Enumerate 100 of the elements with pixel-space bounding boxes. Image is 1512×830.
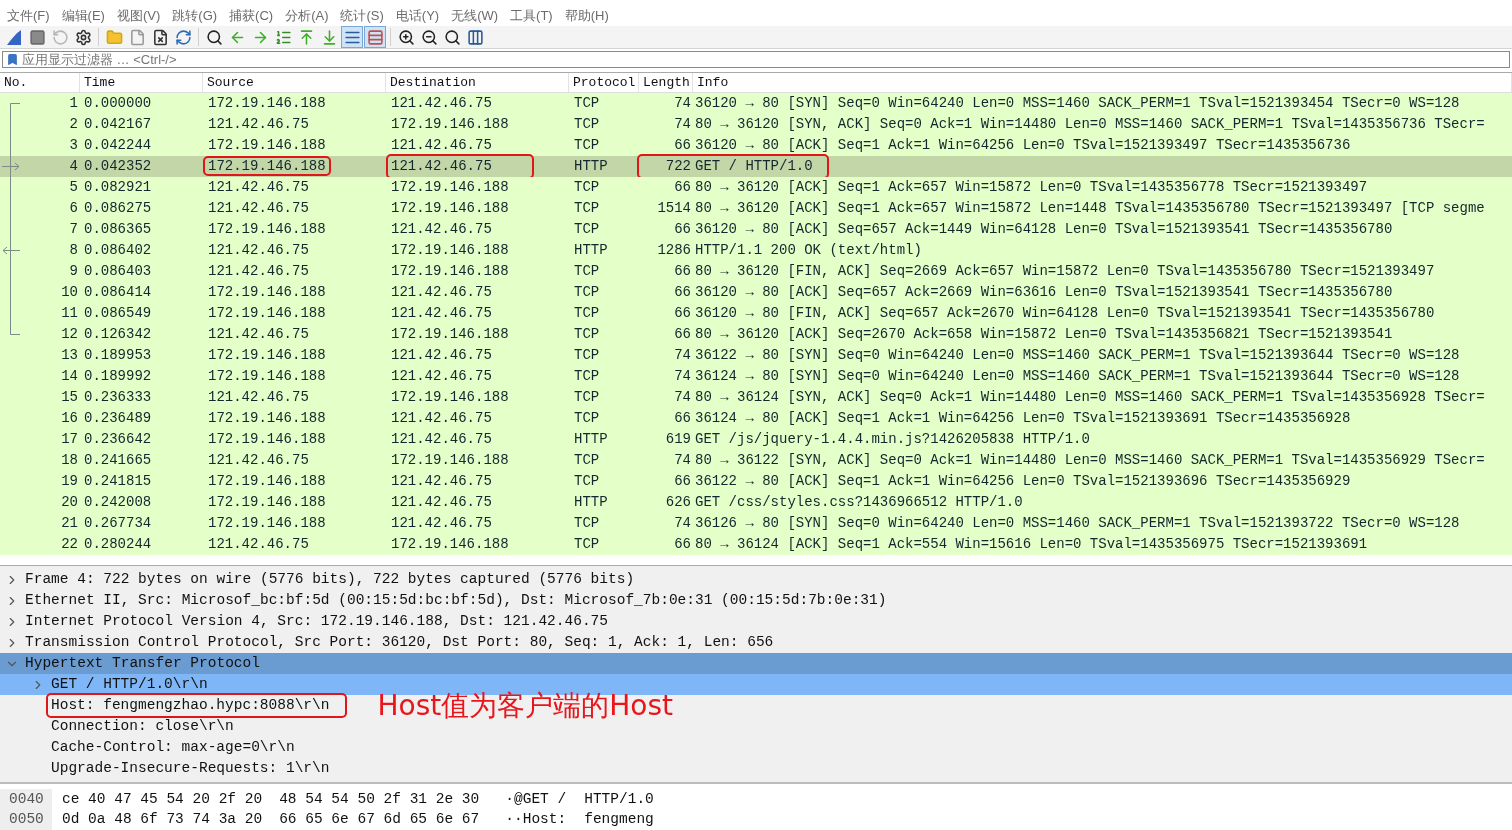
packet-time: 0.086414: [83, 283, 153, 302]
packet-destination: 121.42.46.75: [390, 367, 493, 386]
menu-item[interactable]: 无线(W): [451, 6, 499, 26]
column-heading[interactable]: Info: [693, 73, 1512, 92]
packet-destination: 121.42.46.75: [390, 409, 493, 428]
packet-row[interactable]: 10 0.086414 172.19.146.188 121.42.46.75 TCP 66 36120 → 80 [ACK] Seq=657 Ack=2669 Win=63616 Len=0 TSval=1521393541 TSecr=1435356780: [0, 282, 1512, 303]
packet-row[interactable]: 9 0.086403 121.42.46.75 172.19.146.188 TCP 66 80 → 36120 [FIN, ACK] Seq=2669 Ack=657 Win=15872 Len=0 TSval=1435356780 TSecr=1521393497: [0, 261, 1512, 282]
column-heading[interactable]: Destination: [386, 73, 569, 92]
packet-row[interactable]: 14 0.189992 172.19.146.188 121.42.46.75 TCP 74 36124 → 80 [SYN] Seq=0 Win=64240 Len=0 MSS=1460 SACK_PERM=1 TSval=1521393644 TSecr=0 WS=128: [0, 366, 1512, 387]
packet-destination: 121.42.46.75: [390, 136, 493, 155]
detail-row[interactable]: Upgrade-Insecure-Requests: 1\r\n: [0, 758, 1512, 779]
packet-row[interactable]: 11 0.086549 172.19.146.188 121.42.46.75 TCP 66 36120 → 80 [FIN, ACK] Seq=657 Ack=2670 Win=64128 Len=0 TSval=1521393541 TSecr=1435356780: [0, 303, 1512, 324]
packet-row[interactable]: 16 0.236489 172.19.146.188 121.42.46.75 TCP 66 36124 → 80 [ACK] Seq=1 Ack=1 Win=64256 Len=0 TSval=1521393691 TSecr=1435356928: [0, 408, 1512, 429]
packet-row[interactable]: 18 0.241665 121.42.46.75 172.19.146.188 TCP 74 80 → 36122 [SYN, ACK] Seq=0 Ack=1 Win=14480 Len=0 MSS=1460 SACK_PERM=1 TSval=1435356929 TSecr=: [0, 450, 1512, 471]
packet-number: 10: [60, 283, 79, 302]
detail-text: Transmission Control Protocol, Src Port: 36120, Dst Port: 80, Seq: 1, Ack: 1, Len: 656: [24, 632, 775, 652]
packet-summary: 66 36120 → 80 [ACK] Seq=1 Ack=1 Win=64256 Len=0 TSval=1521393497 TSecr=1435356736: [673, 136, 1351, 155]
packet-summary: 66 36120 → 80 [FIN, ACK] Seq=657 Ack=2670 Win=64128 Len=0 TSval=1521393541 TSecr=1435356780: [673, 304, 1435, 323]
packet-destination: 121.42.46.75: [390, 514, 493, 533]
packet-protocol: HTTP: [573, 157, 609, 176]
packet-time: 0.086365: [83, 220, 153, 239]
detail-row[interactable]: Internet Protocol Version 4, Src: 172.19.146.188, Dst: 121.42.46.75: [0, 611, 1512, 632]
packet-source: 172.19.146.188: [207, 221, 327, 237]
packet-summary: 74 36126 → 80 [SYN] Seq=0 Win=64240 Len=0 MSS=1460 SACK_PERM=1 TSval=1521393722 TSecr=0 WS=128: [673, 514, 1460, 533]
bookmark-icon[interactable]: [6, 53, 19, 66]
packet-protocol: TCP: [573, 514, 601, 533]
packet-row[interactable]: 1 0.000000 172.19.146.188 121.42.46.75 TCP 74 36120 → 80 [SYN] Seq=0 Win=64240 Len=0 MSS=1460 SACK_PERM=1 TSval=1521393454 TSecr=0 WS=128: [0, 93, 1512, 114]
column-heading[interactable]: Length: [639, 73, 693, 92]
menu-item[interactable]: 编辑(E): [61, 6, 105, 26]
packet-source: 121.42.46.75: [207, 242, 310, 258]
packet-source: 172.19.146.188: [207, 515, 327, 531]
menu-item[interactable]: 分析(A): [285, 6, 329, 26]
packet-row[interactable]: 3 0.042244 172.19.146.188 121.42.46.75 TCP 66 36120 → 80 [ACK] Seq=1 Ack=1 Win=64256 Len=0 TSval=1521393497 TSecr=1435356736: [0, 135, 1512, 156]
packet-row[interactable]: 12 0.126342 121.42.46.75 172.19.146.188 TCP 66 80 → 36120 [ACK] Seq=2670 Ack=658 Win=15872 Len=0 TSval=1435356821 TSecr=1521393541: [0, 324, 1512, 345]
detail-row[interactable]: Hypertext Transfer Protocol: [0, 653, 1512, 674]
menu-item[interactable]: 文件(F): [7, 6, 50, 26]
packet-protocol: TCP: [573, 220, 601, 239]
packet-source: 172.19.146.188: [207, 95, 327, 111]
menu-item[interactable]: 帮助(H): [564, 6, 609, 26]
packet-number: 12: [60, 325, 79, 344]
packet-row[interactable]: 19 0.241815 172.19.146.188 121.42.46.75 TCP 66 36122 → 80 [ACK] Seq=1 Ack=1 Win=64256 Len=0 TSval=1521393696 TSecr=1435356929: [0, 471, 1512, 492]
packet-summary: 626 GET /css/styles.css?1436966512 HTTP/1.0: [664, 493, 1023, 512]
column-heading[interactable]: Source: [203, 73, 386, 92]
packet-number: 3: [68, 136, 79, 155]
autoscroll-icon[interactable]: [341, 26, 363, 48]
packet-row[interactable]: 2 0.042167 121.42.46.75 172.19.146.188 TCP 74 80 → 36120 [SYN, ACK] Seq=0 Ack=1 Win=14480 Len=0 MSS=1460 SACK_PERM=1 TSval=1435356736 TSecr=: [0, 114, 1512, 135]
detail-row[interactable]: Frame 4: 722 bytes on wire (5776 bits), 722 bytes captured (5776 bits): [0, 569, 1512, 590]
packet-row[interactable]: 8 0.086402 121.42.46.75 172.19.146.188 HTTP 1286 HTTP/1.1 200 OK (text/html): [0, 240, 1512, 261]
packet-number: 15: [60, 388, 79, 407]
packet-number: 7: [68, 220, 79, 239]
packet-row[interactable]: 21 0.267734 172.19.146.188 121.42.46.75 TCP 74 36126 → 80 [SYN] Seq=0 Win=64240 Len=0 MSS=1460 SACK_PERM=1 TSval=1521393722 TSecr=0 WS=128: [0, 513, 1512, 534]
packet-protocol: TCP: [573, 178, 601, 197]
packet-summary: 66 80 → 36120 [FIN, ACK] Seq=2669 Ack=657 Win=15872 Len=0 TSval=1435356780 TSecr=1521393497: [673, 262, 1435, 281]
packet-number: 18: [60, 451, 79, 470]
packet-destination: 172.19.146.188: [390, 241, 510, 260]
packet-row[interactable]: 4 0.042352 172.19.146.188 121.42.46.75 HTTP 722 GET / HTTP/1.0: [0, 156, 1512, 177]
packet-number: 11: [60, 304, 79, 323]
menu-item[interactable]: 视图(V): [116, 6, 161, 26]
detail-row[interactable]: Transmission Control Protocol, Src Port: 36120, Dst Port: 80, Seq: 1, Ack: 1, Len: 656: [0, 632, 1512, 653]
packet-row[interactable]: 13 0.189953 172.19.146.188 121.42.46.75 TCP 74 36122 → 80 [SYN] Seq=0 Win=64240 Len=0 MSS=1460 SACK_PERM=1 TSval=1521393644 TSecr=0 WS=128: [0, 345, 1512, 366]
packet-source: 172.19.146.188: [207, 347, 327, 363]
packet-number: 13: [60, 346, 79, 365]
hex-bytes: ce 40 47 45 54 20 2f 20: [62, 790, 263, 810]
packet-source: 172.19.146.188: [207, 473, 327, 489]
detail-text: Upgrade-Insecure-Requests: 1\r\n: [50, 758, 331, 778]
detail-text: GET / HTTP/1.0\r\n: [50, 674, 209, 694]
packet-summary: 66 36122 → 80 [ACK] Seq=1 Ack=1 Win=64256 Len=0 TSval=1521393696 TSecr=1435356929: [673, 472, 1351, 491]
packet-row[interactable]: 17 0.236642 172.19.146.188 121.42.46.75 HTTP 619 GET /js/jquery-1.4.4.min.js?1426205838 HTTP/1.0: [0, 429, 1512, 450]
menu-item[interactable]: 电话(Y): [395, 6, 440, 26]
menu-item[interactable]: 跳转(G): [172, 6, 218, 26]
packet-destination: 121.42.46.75: [390, 304, 493, 323]
packet-source: 172.19.146.188: [207, 494, 327, 510]
packet-destination: 121.42.46.75: [390, 472, 493, 491]
packet-row[interactable]: 20 0.242008 172.19.146.188 121.42.46.75 HTTP 626 GET /css/styles.css?1436966512 HTTP/1.0: [0, 492, 1512, 513]
packet-row[interactable]: 6 0.086275 121.42.46.75 172.19.146.188 TCP 1514 80 → 36120 [ACK] Seq=1 Ack=657 Win=15872 Len=1448 TSval=1435356780 TSecr=1521393497 [TCP segme: [0, 198, 1512, 219]
packet-row[interactable]: 22 0.280244 121.42.46.75 172.19.146.188 TCP 66 80 → 36124 [ACK] Seq=1 Ack=554 Win=15616 Len=0 TSval=1435356975 TSecr=1521393691: [0, 534, 1512, 555]
column-heading[interactable]: Time: [80, 73, 203, 92]
packet-destination: 172.19.146.188: [390, 451, 510, 470]
menu-item[interactable]: 捕获(C): [229, 6, 274, 26]
packet-summary: 66 36124 → 80 [ACK] Seq=1 Ack=1 Win=64256 Len=0 TSval=1521393691 TSecr=1435356928: [673, 409, 1351, 428]
packet-row[interactable]: 7 0.086365 172.19.146.188 121.42.46.75 TCP 66 36120 → 80 [ACK] Seq=657 Ack=1449 Win=64128 Len=0 TSval=1521393541 TSecr=1435356780: [0, 219, 1512, 240]
packet-row[interactable]: 15 0.236333 121.42.46.75 172.19.146.188 TCP 74 80 → 36124 [SYN, ACK] Seq=0 Ack=1 Win=14480 Len=0 MSS=1460 SACK_PERM=1 TSval=1435356928 TSecr=: [0, 387, 1512, 408]
packet-source: 172.19.146.188: [205, 158, 329, 174]
detail-row[interactable]: Cache-Control: max-age=0\r\n: [0, 737, 1512, 758]
column-heading[interactable]: No.: [0, 73, 80, 92]
menu-item[interactable]: 工具(T): [510, 6, 553, 26]
column-heading[interactable]: Protocol: [569, 73, 639, 92]
detail-text: Cache-Control: max-age=0\r\n: [50, 737, 296, 757]
detail-text: Ethernet II, Src: Microsof_bc:bf:5d (00:15:5d:bc:bf:5d), Dst: Microsof_7b:0e:31 (00:15:5d:7b:0e:31): [24, 590, 888, 610]
packet-source: 121.42.46.75: [207, 200, 310, 216]
packet-number: 22: [60, 535, 79, 554]
colorize-icon[interactable]: [364, 26, 386, 48]
detail-row[interactable]: Ethernet II, Src: Microsof_bc:bf:5d (00:15:5d:bc:bf:5d), Dst: Microsof_7b:0e:31 (00:15:5d:7b:0e:31): [0, 590, 1512, 611]
packet-row[interactable]: 5 0.082921 121.42.46.75 172.19.146.188 TCP 66 80 → 36120 [ACK] Seq=1 Ack=657 Win=15872 Len=0 TSval=1435356778 TSecr=1521393497: [0, 177, 1512, 198]
packet-number: 19: [60, 472, 79, 491]
packet-time: 0.082921: [83, 178, 153, 197]
ascii-text: ··Host:: [505, 810, 567, 830]
packet-time: 0.042167: [83, 115, 153, 134]
menu-item[interactable]: 统计(S): [340, 6, 384, 26]
packet-time: 0.189992: [83, 367, 153, 386]
